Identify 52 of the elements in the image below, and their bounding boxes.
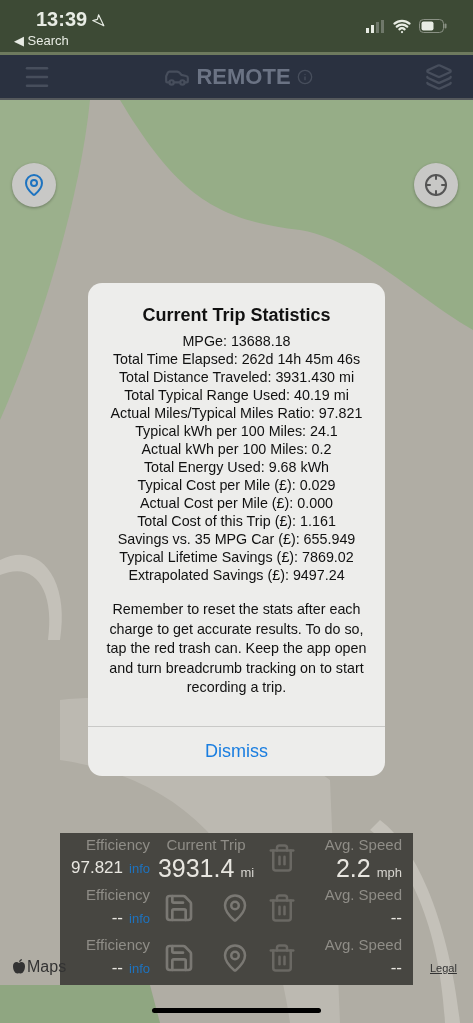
info-link[interactable]: info <box>129 961 150 976</box>
crosshair-icon <box>424 173 448 197</box>
stat-line: Extrapolated Savings (£): 9497.24 <box>128 566 345 584</box>
stat-line: Total Typical Range Used: 40.19 mi <box>124 386 349 404</box>
efficiency-label: Efficiency <box>86 935 150 955</box>
clock-time: 13:39 <box>14 8 106 31</box>
dialog-title: Current Trip Statistics <box>142 305 331 326</box>
wifi-icon <box>393 17 411 35</box>
stat-line: Actual Miles/Typical Miles Ratio: 97.821 <box>110 404 363 422</box>
info-link[interactable]: info <box>129 911 150 926</box>
trash-icon[interactable] <box>267 843 297 873</box>
avg-speed-label: Avg. Speed <box>324 935 402 955</box>
legal-link[interactable]: Legal <box>430 962 457 974</box>
trash-icon[interactable] <box>267 943 297 973</box>
stat-line: Total Distance Traveled: 3931.430 mi <box>118 368 355 386</box>
trash-icon[interactable] <box>267 893 297 923</box>
stat-line: Typical Lifetime Savings (£): 7869.02 <box>119 548 354 566</box>
efficiency-value: -- <box>111 907 124 929</box>
stat-line: Typical kWh per 100 Miles: 24.1 <box>135 422 338 440</box>
info-link[interactable]: info <box>129 861 150 876</box>
stat-line: Total Energy Used: 9.68 kWh <box>143 458 330 476</box>
avg-speed-value: -- <box>390 907 402 929</box>
signal-icon <box>366 19 385 33</box>
info-icon[interactable] <box>296 68 313 85</box>
current-trip-label: Current Trip <box>166 835 246 855</box>
avg-speed-label: Avg. Speed <box>324 835 402 855</box>
map-pin-icon <box>22 173 46 197</box>
stat-line: Typical Cost per Mile (£): 0.029 <box>137 476 336 494</box>
speed-unit: mph <box>376 865 402 880</box>
dismiss-button[interactable]: Dismiss <box>88 725 385 776</box>
efficiency-label: Efficiency <box>86 885 150 905</box>
avg-speed-value: -- <box>390 957 402 979</box>
efficiency-value: -- <box>111 957 124 979</box>
stat-line: Actual kWh per 100 Miles: 0.2 <box>141 440 332 458</box>
stat-line: MPGe: 13688.18 <box>182 332 291 350</box>
back-link[interactable]: ◀ Search <box>14 33 106 48</box>
avg-speed-value: 2.2 <box>335 855 371 881</box>
distance-unit: mi <box>240 865 255 880</box>
app-title: REMOTE <box>196 63 291 90</box>
dialog-message: Remember to reset the stats after each charge to get accurate results. To do so, tap the red trash can. Keep the app open and turn breadcrumb tracking on to start recording a trip. <box>105 600 368 697</box>
location-arrow-icon <box>91 12 106 27</box>
efficiency-label: Efficiency <box>86 835 150 855</box>
layers-icon[interactable] <box>425 62 453 91</box>
apple-icon <box>12 959 26 975</box>
stat-line: Actual Cost per Mile (£): 0.000 <box>139 494 334 512</box>
efficiency-value: 97.821 <box>71 857 124 879</box>
stat-line: Savings vs. 35 MPG Car (£): 655.949 <box>117 530 356 548</box>
stat-line: Total Time Elapsed: 262d 14h 45m 46s <box>112 350 361 368</box>
stat-line: Total Cost of this Trip (£): 1.161 <box>137 512 336 530</box>
avg-speed-label: Avg. Speed <box>324 885 402 905</box>
trip-distance: 3931.4 <box>157 855 235 881</box>
battery-icon <box>419 19 447 33</box>
